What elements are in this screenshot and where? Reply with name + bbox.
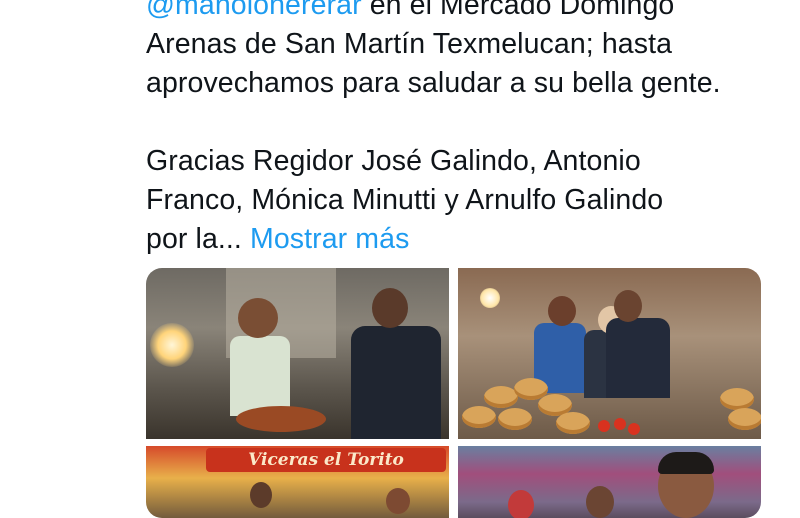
tweet-text: @manolohererar en el Mercado Domingo Are… [146, 0, 786, 259]
bread-roll [556, 412, 590, 434]
tweet-line-4: Gracias Regidor José Galindo, Antonio [146, 145, 641, 177]
tweet-paragraph-1: @manolohererar en el Mercado Domingo Are… [146, 0, 786, 103]
person-head [250, 482, 272, 508]
mention-link[interactable]: @manolohererar [146, 0, 362, 21]
tweet-paragraph-2: Gracias Regidor José Galindo, Antonio Fr… [146, 142, 786, 259]
lamp-light [150, 323, 194, 367]
bread-roll [728, 408, 761, 430]
tweet-photo-2[interactable] [458, 268, 761, 439]
vendor-figure [230, 336, 290, 416]
tweet-photo-1[interactable] [146, 268, 449, 439]
person-head [386, 488, 410, 514]
tweet-photo-3[interactable]: Viceras el Torito [146, 446, 449, 518]
visitor-head [614, 290, 642, 322]
bread-roll [462, 406, 496, 428]
ceiling-light [480, 288, 500, 308]
person-head [586, 486, 614, 518]
show-more-link[interactable]: Mostrar más [250, 223, 409, 255]
person-hair [658, 452, 714, 474]
tweet-media-grid: Viceras el Torito [146, 268, 761, 518]
tweet-photo-4[interactable] [458, 446, 761, 518]
person-head [508, 490, 534, 518]
tweet-line-2: Arenas de San Martín Texmelucan; hasta [146, 28, 673, 60]
vendor-head [548, 296, 576, 326]
vendor-head [238, 298, 278, 338]
tweet-line-6: por la... [146, 223, 242, 255]
visitor-figure [351, 326, 441, 439]
bread-roll [720, 388, 754, 410]
stall-banner: Viceras el Torito [206, 448, 446, 472]
tweet-line-1: en el Mercado Domingo [361, 0, 675, 21]
visitor-figure [606, 318, 670, 398]
bread-roll [498, 408, 532, 430]
visitor-head [372, 288, 408, 328]
bread-roll [484, 386, 518, 408]
tweet-line-3: aprovechamos para saludar a su bella gen… [146, 67, 721, 99]
tomato [598, 420, 610, 432]
tweet-line-5: Franco, Mónica Minutti y Arnulfo Galindo [146, 184, 664, 216]
tomato [614, 418, 626, 430]
cooking-pan [236, 406, 326, 432]
tomato [628, 423, 640, 435]
